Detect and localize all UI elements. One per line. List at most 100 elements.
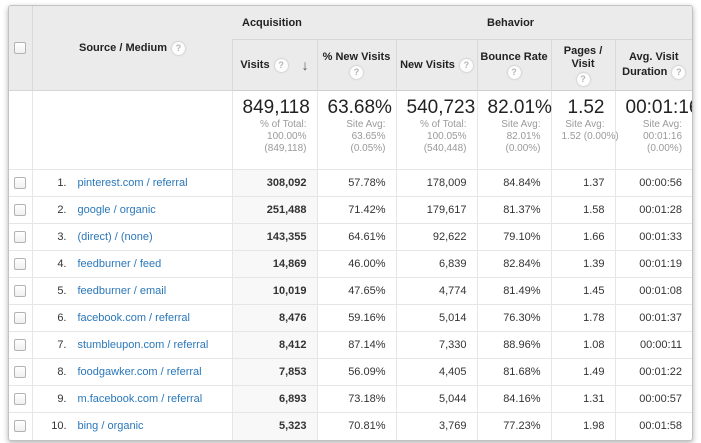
row-checkbox[interactable] — [14, 258, 26, 270]
pct-new-visits-value: 71.42% — [317, 197, 396, 224]
row-checkbox[interactable] — [14, 177, 26, 189]
new-visits-total-note: % of Total: — [407, 119, 467, 131]
row-checkbox-cell — [9, 251, 32, 278]
pages-visit-value: 1.39 — [551, 251, 615, 278]
pages-visit-value: 1.45 — [551, 278, 615, 305]
source-cell: 5.feedburner / email — [32, 278, 232, 305]
visits-total-note: 100.00% — [243, 131, 307, 143]
visits-value: 7,853 — [232, 359, 317, 386]
source-medium-table: Source / Medium ? Acquisition Behavior — [9, 6, 692, 440]
avg-visit-duration-value: 00:01:58 — [615, 413, 692, 440]
row-number: 1. — [43, 177, 67, 189]
source-medium-link[interactable]: facebook.com / referral — [78, 312, 191, 324]
avg-visit-duration-total-note: 00:01:16 — [626, 131, 683, 143]
help-icon[interactable]: ? — [577, 73, 590, 86]
analytics-report-page: Source / Medium ? Acquisition Behavior — [0, 0, 701, 443]
bounce-rate-value: 77.23% — [477, 413, 551, 440]
summary-visits-cell: 849,118 % of Total: 100.00% (849,118) — [232, 91, 317, 170]
pages-visit-value: 1.58 — [551, 197, 615, 224]
pct-new-visits-value: 47.65% — [317, 278, 396, 305]
row-checkbox-cell — [9, 224, 32, 251]
visits-value: 6,893 — [232, 386, 317, 413]
source-medium-link[interactable]: stumbleupon.com / referral — [78, 339, 209, 351]
table-row: 9.m.facebook.com / referral 6,893 73.18%… — [9, 386, 692, 413]
row-checkbox-cell — [9, 305, 32, 332]
avg-visit-duration-total-note: Site Avg: — [626, 119, 683, 131]
select-all-header-cell — [9, 6, 32, 91]
pct-new-visits-value: 46.00% — [317, 251, 396, 278]
help-icon[interactable]: ? — [460, 59, 473, 72]
source-medium-link[interactable]: feedburner / email — [78, 285, 167, 297]
visits-value: 10,019 — [232, 278, 317, 305]
pct-new-visits-value: 70.81% — [317, 413, 396, 440]
table-row: 4.feedburner / feed 14,869 46.00% 6,839 … — [9, 251, 692, 278]
pct-new-visits-value: 87.14% — [317, 332, 396, 359]
row-checkbox[interactable] — [14, 285, 26, 297]
table-row: 7.stumbleupon.com / referral 8,412 87.14… — [9, 332, 692, 359]
bounce-rate-total-note: Site Avg: — [488, 119, 541, 131]
pages-visit-value: 1.31 — [551, 386, 615, 413]
source-medium-link[interactable]: foodgawker.com / referral — [78, 366, 202, 378]
source-medium-link[interactable]: bing / organic — [78, 420, 144, 432]
new-visits-value: 4,405 — [396, 359, 477, 386]
bounce-rate-value: 81.49% — [477, 278, 551, 305]
visits-value: 8,476 — [232, 305, 317, 332]
pages-visit-label: Pages / Visit — [552, 45, 615, 71]
avg-visit-duration-value: 00:01:22 — [615, 359, 692, 386]
pages-visit-value: 1.49 — [551, 359, 615, 386]
summary-pages-visit-cell: 1.52 Site Avg: 1.52 (0.00%) — [551, 91, 615, 170]
bounce-rate-value: 81.68% — [477, 359, 551, 386]
row-checkbox[interactable] — [14, 312, 26, 324]
row-checkbox[interactable] — [14, 204, 26, 216]
row-checkbox[interactable] — [14, 366, 26, 378]
source-medium-link[interactable]: m.facebook.com / referral — [78, 393, 203, 405]
sort-descending-icon[interactable]: ↓ — [302, 57, 309, 73]
source-medium-link[interactable]: feedburner / feed — [78, 258, 162, 270]
help-icon[interactable]: ? — [275, 59, 288, 72]
source-medium-link[interactable]: google / organic — [78, 204, 156, 216]
table-row: 5.feedburner / email 10,019 47.65% 4,774… — [9, 278, 692, 305]
bounce-rate-value: 81.37% — [477, 197, 551, 224]
pages-visit-column-header[interactable]: Pages / Visit ? — [551, 40, 615, 91]
source-medium-link[interactable]: pinterest.com / referral — [78, 177, 188, 189]
row-checkbox[interactable] — [14, 420, 26, 432]
visits-value: 143,355 — [232, 224, 317, 251]
avg-visit-duration-value: 00:01:33 — [615, 224, 692, 251]
source-cell: 4.feedburner / feed — [32, 251, 232, 278]
visits-value: 14,869 — [232, 251, 317, 278]
source-medium-link[interactable]: (direct) / (none) — [78, 231, 153, 243]
help-icon[interactable]: ? — [350, 66, 363, 79]
avg-visit-duration-value: 00:01:37 — [615, 305, 692, 332]
row-checkbox-cell — [9, 359, 32, 386]
pages-visit-value: 1.37 — [551, 170, 615, 197]
row-checkbox-cell — [9, 413, 32, 440]
row-checkbox[interactable] — [14, 393, 26, 405]
help-icon[interactable]: ? — [172, 42, 185, 55]
pages-visit-total-note: Site Avg: — [562, 119, 605, 131]
avg-visit-duration-column-header[interactable]: Avg. Visit Duration ? — [615, 40, 692, 91]
table-row: 3.(direct) / (none) 143,355 64.61% 92,62… — [9, 224, 692, 251]
pct-new-visits-total-note: (0.05%) — [328, 143, 386, 155]
pages-visit-value: 1.78 — [551, 305, 615, 332]
behavior-group-label: Behavior — [487, 17, 534, 29]
visits-column-header[interactable]: Visits ? ↓ — [232, 40, 317, 91]
pct-new-visits-column-header[interactable]: % New Visits ? — [317, 40, 396, 91]
row-checkbox[interactable] — [14, 339, 26, 351]
row-number: 3. — [43, 231, 67, 243]
help-icon[interactable]: ? — [508, 66, 521, 79]
row-number: 2. — [43, 204, 67, 216]
bounce-rate-column-header[interactable]: Bounce Rate ? — [477, 40, 551, 91]
bounce-rate-value: 84.84% — [477, 170, 551, 197]
source-cell: 1. pinterest.com / referral — [32, 170, 232, 197]
row-checkbox[interactable] — [14, 231, 26, 243]
help-icon[interactable]: ? — [672, 66, 685, 79]
new-visits-value: 179,617 — [396, 197, 477, 224]
new-visits-column-header[interactable]: New Visits ? — [396, 40, 477, 91]
select-all-checkbox[interactable] — [14, 42, 26, 54]
bounce-rate-value: 88.96% — [477, 332, 551, 359]
new-visits-value: 6,839 — [396, 251, 477, 278]
source-medium-column-header[interactable]: Source / Medium ? — [32, 6, 232, 91]
bounce-rate-value: 76.30% — [477, 305, 551, 332]
visits-total: 849,118 — [243, 97, 307, 119]
bounce-rate-total: 82.01% — [488, 97, 541, 119]
